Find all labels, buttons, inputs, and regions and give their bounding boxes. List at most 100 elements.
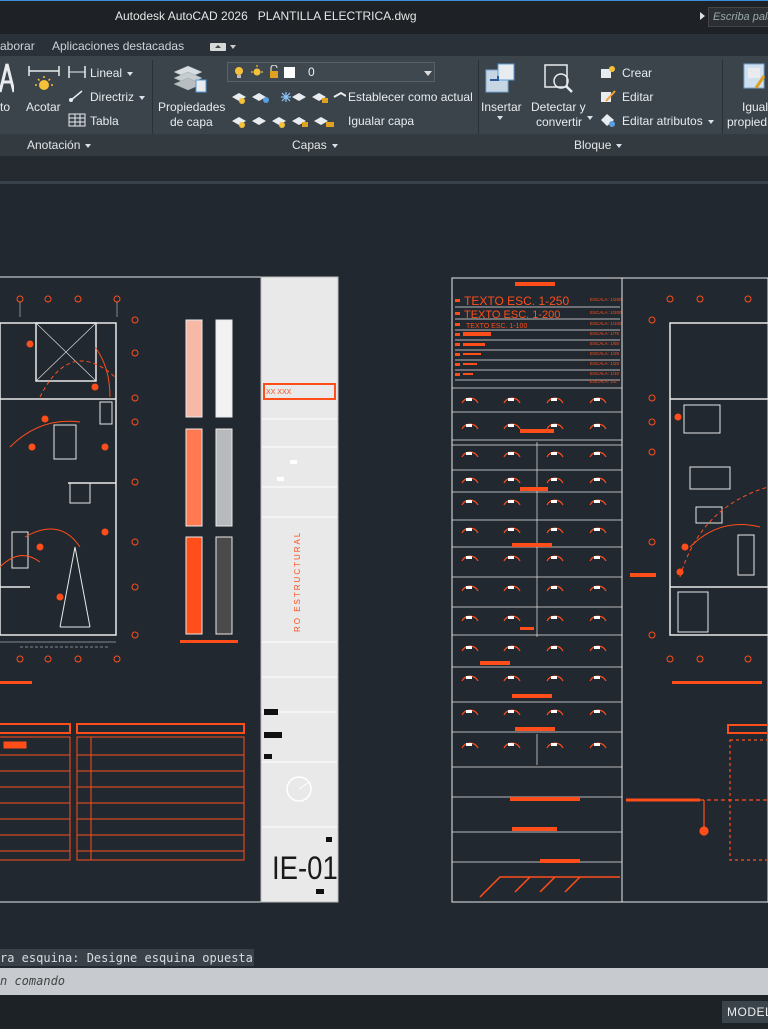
legend-symbol-mark [594,452,600,455]
drawing-canvas[interactable]: XX XXX RO ESTRUCTURAL IE-01 TEXTO ESC. 1… [0,187,768,947]
left-plan-axis-markers [16,295,139,663]
ribbon-options-dropdown-icon[interactable] [230,45,236,49]
chevron-down-icon[interactable] [587,116,593,120]
panel-divider [0,134,768,156]
legend-symbol-mark [508,710,514,713]
legend-symbol-mark [508,478,514,481]
legend-symbol-mark [551,528,557,531]
legend-scale: ESCALA: 1/25 [590,351,620,356]
legend-symbol-mark [508,586,514,589]
igualar-propiedades-label-2[interactable]: propied [727,115,767,129]
legend-symbol-mark [466,398,472,401]
file-tabs-bar [0,156,768,184]
right-lower-detail [626,724,768,861]
texto-button-label[interactable]: to [0,100,10,114]
legend-symbol-mark [594,616,600,619]
editar-atributos-label: Editar atributos [622,114,703,128]
tab-aplicaciones-destacadas[interactable]: Aplicaciones destacadas [52,39,184,53]
window-title: Autodesk AutoCAD 2026 PLANTILLA ELECTRIC… [115,9,417,23]
legend-symbol-mark [508,743,514,746]
legend-symbol-mark [594,710,600,713]
color-swatch-columns [180,319,238,643]
insert-block-icon[interactable] [484,62,518,94]
igualar-propiedades-label-1[interactable]: Igual [742,100,768,114]
legend-symbol-mark [551,424,557,427]
layer-properties-icon[interactable] [172,62,208,94]
chevron-down-icon[interactable] [497,116,503,120]
linear-dimension-icon [68,66,86,78]
crear-button[interactable]: Crear [622,66,652,80]
acotar-button-label[interactable]: Acotar [26,100,61,114]
leader-icon [69,90,83,102]
legend-symbol-mark [594,528,600,531]
legend-symbol-mark [466,556,472,559]
legend-symbol-mark [466,646,472,649]
search-expand-icon[interactable] [700,12,705,20]
legend-scale: ESCALA: 1/5 [590,379,617,384]
search-input[interactable]: Escriba pala [708,7,768,27]
legend-symbol-mark [551,646,557,649]
detectar-y-convertir-label-1[interactable]: Detectar y [531,100,586,114]
text-icon[interactable] [0,62,14,96]
legend-symbol-mark [466,424,472,427]
detect-convert-icon[interactable] [542,62,576,94]
layer-dropdown[interactable]: 0 [227,62,435,82]
tabla-button[interactable]: Tabla [90,114,119,128]
legend-symbol-mark [594,586,600,589]
lineal-button[interactable]: Lineal [90,66,134,80]
legend-symbol-mark [508,452,514,455]
legend-symbol-mark [508,616,514,619]
legend-symbol-mark [594,646,600,649]
status-bar: MODEL [0,995,768,1029]
panel-title-capas[interactable]: Capas [292,138,338,152]
propiedades-de-capa-label-2[interactable]: de capa [170,115,213,129]
model-space-button[interactable]: MODEL [722,1001,768,1023]
legend-symbol-mark [594,743,600,746]
legend-symbol-mark [466,452,472,455]
legend-symbol-mark [594,676,600,679]
editar-button[interactable]: Editar [622,90,653,104]
left-plan-circuits [0,340,116,601]
legend-symbol-mark [551,616,557,619]
title-block-tag: XX XXX [266,389,292,396]
establecer-como-actual-button[interactable]: Establecer como actual [348,90,473,104]
dimension-icon[interactable] [27,62,61,94]
left-schedule-tables [0,723,245,861]
chevron-down-icon [616,143,623,148]
layer-tool-icons-row2[interactable] [230,113,346,129]
ribbon-tabs: aborar Aplicaciones destacadas [0,34,768,56]
directriz-label: Directriz [90,90,134,104]
edit-block-icon [601,90,616,102]
layer-tool-icons-row1[interactable] [230,89,346,105]
match-properties-icon[interactable] [742,62,768,94]
left-title-block: XX XXX RO ESTRUCTURAL IE-01 [260,276,339,903]
bloque-panel-label: Bloque [574,138,612,152]
panel-title-anotacion[interactable]: Anotación [27,138,92,152]
legend-symbol-mark [466,616,472,619]
editar-atributos-button[interactable]: Editar atributos [622,114,714,128]
propiedades-de-capa-label-1[interactable]: Propiedades [158,100,225,114]
legend-scale: ESCALA: 1/200 [590,310,622,315]
detectar-y-convertir-label-2[interactable]: convertir [536,115,582,129]
legend-scale: ESCALA: 1/10 [590,371,620,376]
right-floor-plan [669,322,768,636]
directriz-button[interactable]: Directriz [90,90,145,104]
panel-title-bloque[interactable]: Bloque [574,138,623,152]
legend-symbol-mark [466,743,472,746]
minimize-ribbon-icon[interactable] [210,43,226,51]
legend-scale: ESCALA: 1/50 [590,341,620,346]
legend-scale: ESCALA: 1/75 [590,331,620,336]
legend-symbol-mark [466,676,472,679]
legend-text-1: TEXTO ESC. 1-250 [464,294,569,308]
legend-symbol-mark [594,398,600,401]
command-input[interactable]: n comando [0,968,768,995]
legend-symbol-mark [466,528,472,531]
legend-symbol-mark [594,424,600,427]
insertar-button[interactable]: Insertar [481,100,522,114]
chevron-down-icon [424,71,432,76]
legend-lower-lines [479,876,620,898]
chevron-down-icon [139,95,145,100]
tab-colaborar[interactable]: aborar [0,39,35,53]
igualar-capa-button[interactable]: Igualar capa [348,114,414,128]
legend-symbol-mark [551,586,557,589]
